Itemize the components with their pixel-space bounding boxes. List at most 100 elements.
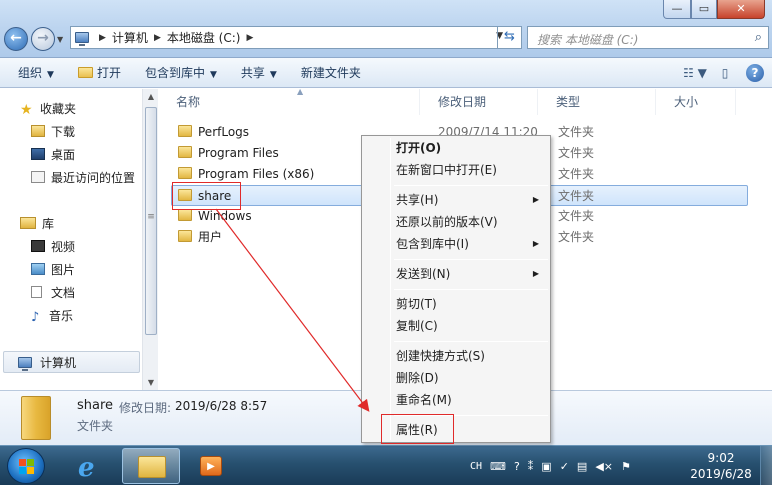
- nav-desktop[interactable]: 桌面: [31, 144, 75, 166]
- windows-logo-icon: [19, 459, 35, 475]
- file-type: 文件夹: [558, 146, 595, 160]
- maximize-button[interactable]: ▭: [691, 0, 717, 19]
- menu-item-cut[interactable]: 剪切(T): [396, 293, 546, 315]
- nav-pictures[interactable]: 图片: [31, 259, 75, 281]
- column-header-name[interactable]: 名称: [158, 89, 420, 115]
- start-button[interactable]: [7, 448, 45, 484]
- clock-date: 2019/6/28: [690, 467, 752, 481]
- details-file-type: 文件夹: [77, 419, 114, 433]
- command-bar: 组织 ▼ 打开 包含到库中 ▼ 共享 ▼ 新建文件夹: [0, 58, 772, 88]
- menu-item-open-new-window[interactable]: 在新窗口中打开(E): [396, 159, 546, 181]
- action-center-icon[interactable]: ⚑: [621, 460, 631, 473]
- menu-item-include-in-library[interactable]: 包含到库中(I) ▶: [396, 233, 546, 255]
- clock[interactable]: 9:02 2019/6/28: [686, 450, 756, 482]
- forward-button[interactable]: →: [31, 27, 55, 51]
- file-type: 文件夹: [558, 125, 595, 139]
- nav-computer[interactable]: 计算机: [3, 351, 140, 373]
- organize-menu[interactable]: 组织 ▼: [0, 58, 66, 88]
- volume-muted-icon[interactable]: ◀×: [595, 460, 613, 473]
- search-icon[interactable]: ⌕: [755, 30, 762, 45]
- arrow-right-icon: →: [37, 30, 49, 46]
- recent-places-icon: [31, 171, 45, 183]
- navigation-scrollbar[interactable]: ▲ ≡ ▼: [142, 89, 158, 390]
- new-folder-button[interactable]: 新建文件夹: [289, 58, 373, 88]
- search-input[interactable]: 搜索 本地磁盘 (C:) ⌕: [527, 26, 769, 49]
- highlight-share-folder: [172, 182, 241, 210]
- column-header-size[interactable]: 大小: [656, 89, 736, 115]
- security-icon[interactable]: ✓: [560, 460, 569, 473]
- show-desktop-button[interactable]: [760, 446, 772, 485]
- tray-settings-icon[interactable]: ⁑: [528, 460, 534, 473]
- menu-item-create-shortcut[interactable]: 创建快捷方式(S): [396, 345, 546, 367]
- network-icon[interactable]: ▤: [577, 460, 587, 473]
- column-header-date[interactable]: 修改日期: [420, 89, 538, 115]
- nav-documents[interactable]: 文档: [31, 282, 75, 304]
- taskbar-media-player[interactable]: ▶: [181, 448, 239, 484]
- folder-icon: [178, 167, 192, 179]
- submenu-arrow-icon: ▶: [532, 269, 539, 278]
- library-icon: [20, 217, 36, 229]
- chevron-down-icon: ▼: [47, 69, 54, 80]
- back-button[interactable]: ←: [4, 27, 28, 51]
- menu-item-restore-previous[interactable]: 还原以前的版本(V): [396, 211, 546, 233]
- open-button[interactable]: 打开: [66, 58, 133, 88]
- menu-item-delete[interactable]: 删除(D): [396, 367, 546, 389]
- menu-separator: [394, 289, 548, 290]
- column-header-type[interactable]: 类型: [538, 89, 656, 115]
- menu-item-share[interactable]: 共享(H) ▶: [396, 189, 546, 211]
- refresh-button[interactable]: ⇆: [497, 26, 521, 49]
- nav-music[interactable]: ♪ 音乐: [31, 305, 73, 327]
- taskbar-internet-explorer[interactable]: e: [63, 448, 121, 484]
- chevron-down-icon: ▼: [209, 69, 217, 80]
- view-options-icon[interactable]: ☷ ▼: [682, 62, 708, 84]
- downloads-folder-icon: [31, 125, 45, 137]
- nav-videos-label: 视频: [51, 240, 76, 254]
- language-indicator[interactable]: CH: [470, 461, 482, 472]
- scroll-down-icon[interactable]: ▼: [143, 378, 159, 387]
- arrow-left-icon: ←: [10, 30, 22, 46]
- star-icon: ★: [20, 102, 33, 118]
- nav-libraries[interactable]: 库: [20, 213, 54, 235]
- menu-item-send-to[interactable]: 发送到(N) ▶: [396, 263, 546, 285]
- breadcrumb-local-disk[interactable]: 本地磁盘 (C:): [167, 29, 241, 46]
- include-in-library-menu[interactable]: 包含到库中 ▼: [133, 58, 229, 88]
- scroll-up-icon[interactable]: ▲: [143, 92, 159, 101]
- recent-pages-dropdown[interactable]: ▼: [57, 35, 63, 44]
- chevron-right-icon[interactable]: ▶: [240, 33, 259, 43]
- help-icon[interactable]: ?: [746, 64, 764, 82]
- address-bar[interactable]: ▶ 计算机 ▶ 本地磁盘 (C:) ▶ ▼: [70, 26, 522, 49]
- computer-icon: [18, 353, 34, 371]
- menu-item-copy[interactable]: 复制(C): [396, 315, 546, 337]
- minimize-button[interactable]: —: [663, 0, 691, 19]
- menu-item-share-label: 共享(H): [396, 193, 439, 207]
- nav-downloads[interactable]: 下载: [31, 121, 75, 143]
- vm-tools-icon[interactable]: ▣: [541, 460, 551, 473]
- nav-videos[interactable]: 视频: [31, 236, 75, 258]
- menu-item-send-to-label: 发送到(N): [396, 267, 451, 281]
- chevron-right-icon[interactable]: ▶: [148, 33, 167, 43]
- taskbar-windows-explorer[interactable]: [122, 448, 180, 484]
- nav-favorites[interactable]: ★ 收藏夹: [20, 98, 76, 120]
- close-button[interactable]: ✕: [717, 0, 765, 19]
- view-controls: ☷ ▼ ▯ ?: [678, 58, 772, 88]
- internet-explorer-icon: e: [78, 453, 95, 483]
- menu-item-include-label: 包含到库中(I): [396, 237, 469, 251]
- nav-recent-places[interactable]: 最近访问的位置: [31, 167, 135, 189]
- menu-item-rename[interactable]: 重命名(M): [396, 389, 546, 411]
- menu-separator: [394, 259, 548, 260]
- menu-item-open[interactable]: 打开(O): [396, 137, 546, 159]
- keyboard-icon[interactable]: ⌨: [490, 460, 506, 473]
- share-menu[interactable]: 共享 ▼: [229, 58, 289, 88]
- chevron-right-icon[interactable]: ▶: [93, 33, 112, 43]
- nav-documents-label: 文档: [51, 286, 76, 300]
- file-type: 文件夹: [558, 189, 595, 203]
- title-bar: — ▭ ✕ ← → ▼ ▶ 计算机 ▶ 本地磁盘 (C:) ▶ ▼ ⇆ 搜索 本…: [0, 0, 772, 58]
- media-player-icon: ▶: [200, 456, 222, 476]
- scrollbar-thumb[interactable]: ≡: [145, 107, 157, 335]
- folder-icon: [178, 230, 192, 242]
- navigation-pane: ★ 收藏夹 下载 桌面 最近访问的位置 库 视频 图片 文档 ♪ 音乐 计算机: [0, 89, 158, 390]
- preview-pane-icon[interactable]: ▯: [712, 62, 738, 84]
- help-tray-icon[interactable]: ?: [514, 460, 520, 473]
- nav-desktop-label: 桌面: [51, 148, 76, 162]
- breadcrumb-computer[interactable]: 计算机: [112, 29, 148, 46]
